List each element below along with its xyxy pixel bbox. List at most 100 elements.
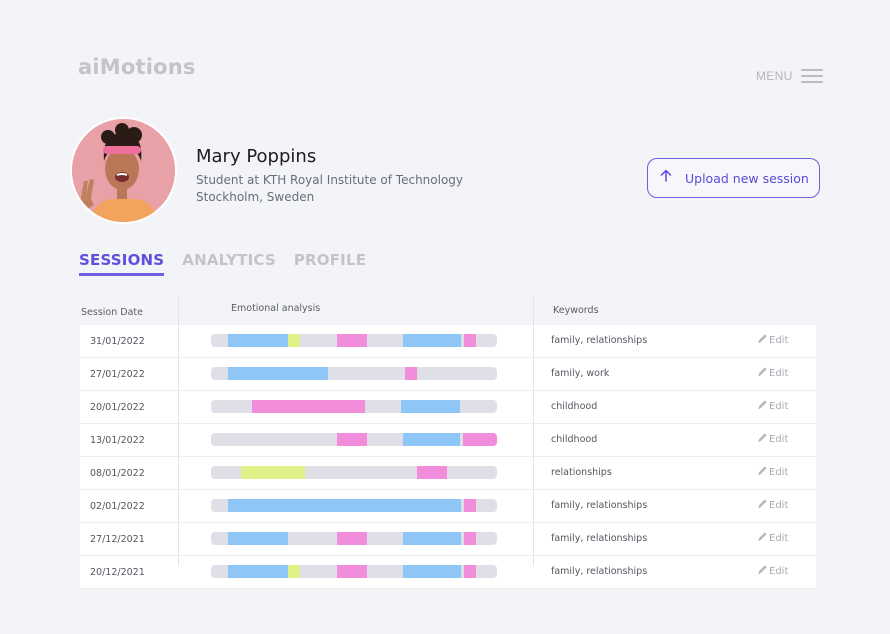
emotion-segment-pink [336, 532, 367, 545]
edit-label: Edit [769, 565, 789, 577]
emotion-segment-pink [416, 466, 447, 479]
emotion-segment-pink [336, 565, 367, 578]
column-divider [533, 298, 534, 566]
profile-name: Mary Poppins [196, 146, 317, 167]
emotion-segment-blue [402, 433, 460, 446]
column-divider [178, 298, 179, 566]
pencil-icon [757, 465, 768, 479]
table-row: 08/01/2022 relationships Edit [80, 457, 816, 490]
menu-button[interactable]: MENU [756, 68, 823, 84]
emotion-segment-blue [228, 367, 329, 380]
emotion-segment-blue [402, 334, 462, 347]
column-header-keywords: Keywords [553, 305, 599, 316]
emotion-segment-pink [405, 367, 417, 380]
sessions-table: Session Date Emotional analysis Keywords… [80, 298, 816, 589]
session-date: 20/12/2021 [90, 567, 145, 578]
menu-label: MENU [756, 69, 793, 83]
edit-label: Edit [769, 499, 789, 511]
emotion-segment-pink [336, 334, 367, 347]
table-row: 27/12/2021 family, relationships Edit [80, 523, 816, 556]
emotion-segment-blue [228, 565, 289, 578]
session-keywords: family, relationships [551, 533, 648, 544]
emotion-segment-pink [464, 334, 476, 347]
emotion-segment-pink [462, 433, 497, 446]
table-row: 20/01/2022 childhood Edit [80, 391, 816, 424]
avatar [70, 117, 177, 224]
tab-bar: SESSIONS ANALYTICS PROFILE [79, 251, 366, 276]
pencil-icon [757, 333, 768, 347]
session-date: 27/01/2022 [90, 369, 145, 380]
session-keywords: family, relationships [551, 566, 648, 577]
edit-label: Edit [769, 367, 789, 379]
table-row: 20/12/2021 family, relationships Edit [80, 556, 816, 589]
tab-sessions[interactable]: SESSIONS [79, 251, 165, 276]
emotion-bar [211, 565, 497, 578]
tab-analytics[interactable]: ANALYTICS [182, 251, 276, 276]
edit-button[interactable]: Edit [757, 564, 788, 578]
emotion-bar [211, 499, 497, 512]
table-body: 31/01/2022 family, relationships Edit 27/01… [80, 325, 816, 589]
table-row: 02/01/2022 family, relationships Edit [80, 490, 816, 523]
edit-label: Edit [769, 532, 789, 544]
emotion-bar [211, 400, 497, 413]
table-row: 27/01/2022 family, work Edit [80, 358, 816, 391]
edit-button[interactable]: Edit [757, 465, 788, 479]
pencil-icon [757, 531, 768, 545]
session-keywords: family, work [551, 368, 610, 379]
session-date: 20/01/2022 [90, 402, 145, 413]
pencil-icon [757, 399, 768, 413]
edit-button[interactable]: Edit [757, 399, 788, 413]
emotion-segment-pink [336, 433, 367, 446]
session-date: 08/01/2022 [90, 468, 145, 479]
emotion-bar [211, 532, 497, 545]
edit-button[interactable]: Edit [757, 333, 788, 347]
session-date: 31/01/2022 [90, 336, 145, 347]
emotion-segment-blue [401, 400, 460, 413]
emotion-segment-blue [228, 334, 289, 347]
emotion-segment-lime [288, 565, 300, 578]
table-row: 13/01/2022 childhood Edit [80, 424, 816, 457]
edit-label: Edit [769, 400, 789, 412]
upload-session-button[interactable]: Upload new session [647, 158, 820, 198]
hamburger-icon [800, 68, 823, 84]
emotion-segment-blue [402, 532, 462, 545]
edit-label: Edit [769, 433, 789, 445]
emotion-segment-blue [228, 499, 462, 512]
edit-button[interactable]: Edit [757, 432, 788, 446]
session-date: 02/01/2022 [90, 501, 145, 512]
pencil-icon [757, 498, 768, 512]
column-header-analysis: Emotional analysis [231, 303, 321, 314]
edit-button[interactable]: Edit [757, 366, 788, 380]
session-keywords: family, relationships [551, 500, 648, 511]
emotion-bar [211, 367, 497, 380]
pencil-icon [757, 564, 768, 578]
profile-occupation: Student at KTH Royal Institute of Techno… [196, 173, 464, 187]
emotion-segment-pink [464, 499, 476, 512]
session-keywords: childhood [551, 434, 598, 445]
edit-label: Edit [769, 334, 789, 346]
app-logo: aiMotions [78, 55, 196, 79]
emotion-segment-blue [402, 565, 462, 578]
emotion-segment-lime [241, 466, 306, 479]
emotion-bar [211, 433, 497, 446]
emotion-segment-pink [464, 565, 476, 578]
emotion-segment-pink [464, 532, 476, 545]
emotion-segment-pink [252, 400, 366, 413]
emotion-bar [211, 334, 497, 347]
edit-button[interactable]: Edit [757, 498, 788, 512]
pencil-icon [757, 432, 768, 446]
emotion-segment-lime [288, 334, 300, 347]
session-date: 13/01/2022 [90, 435, 145, 446]
session-keywords: childhood [551, 401, 598, 412]
tab-profile[interactable]: PROFILE [294, 251, 366, 276]
table-header: Session Date Emotional analysis Keywords [80, 298, 816, 325]
session-date: 27/12/2021 [90, 534, 145, 545]
emotion-bar [211, 466, 497, 479]
emotion-segment-blue [228, 532, 289, 545]
session-keywords: relationships [551, 467, 612, 478]
profile-location: Stockholm, Sweden [196, 190, 315, 204]
edit-button[interactable]: Edit [757, 531, 788, 545]
column-header-date: Session Date [81, 307, 143, 318]
session-keywords: family, relationships [551, 335, 648, 346]
pencil-icon [757, 366, 768, 380]
